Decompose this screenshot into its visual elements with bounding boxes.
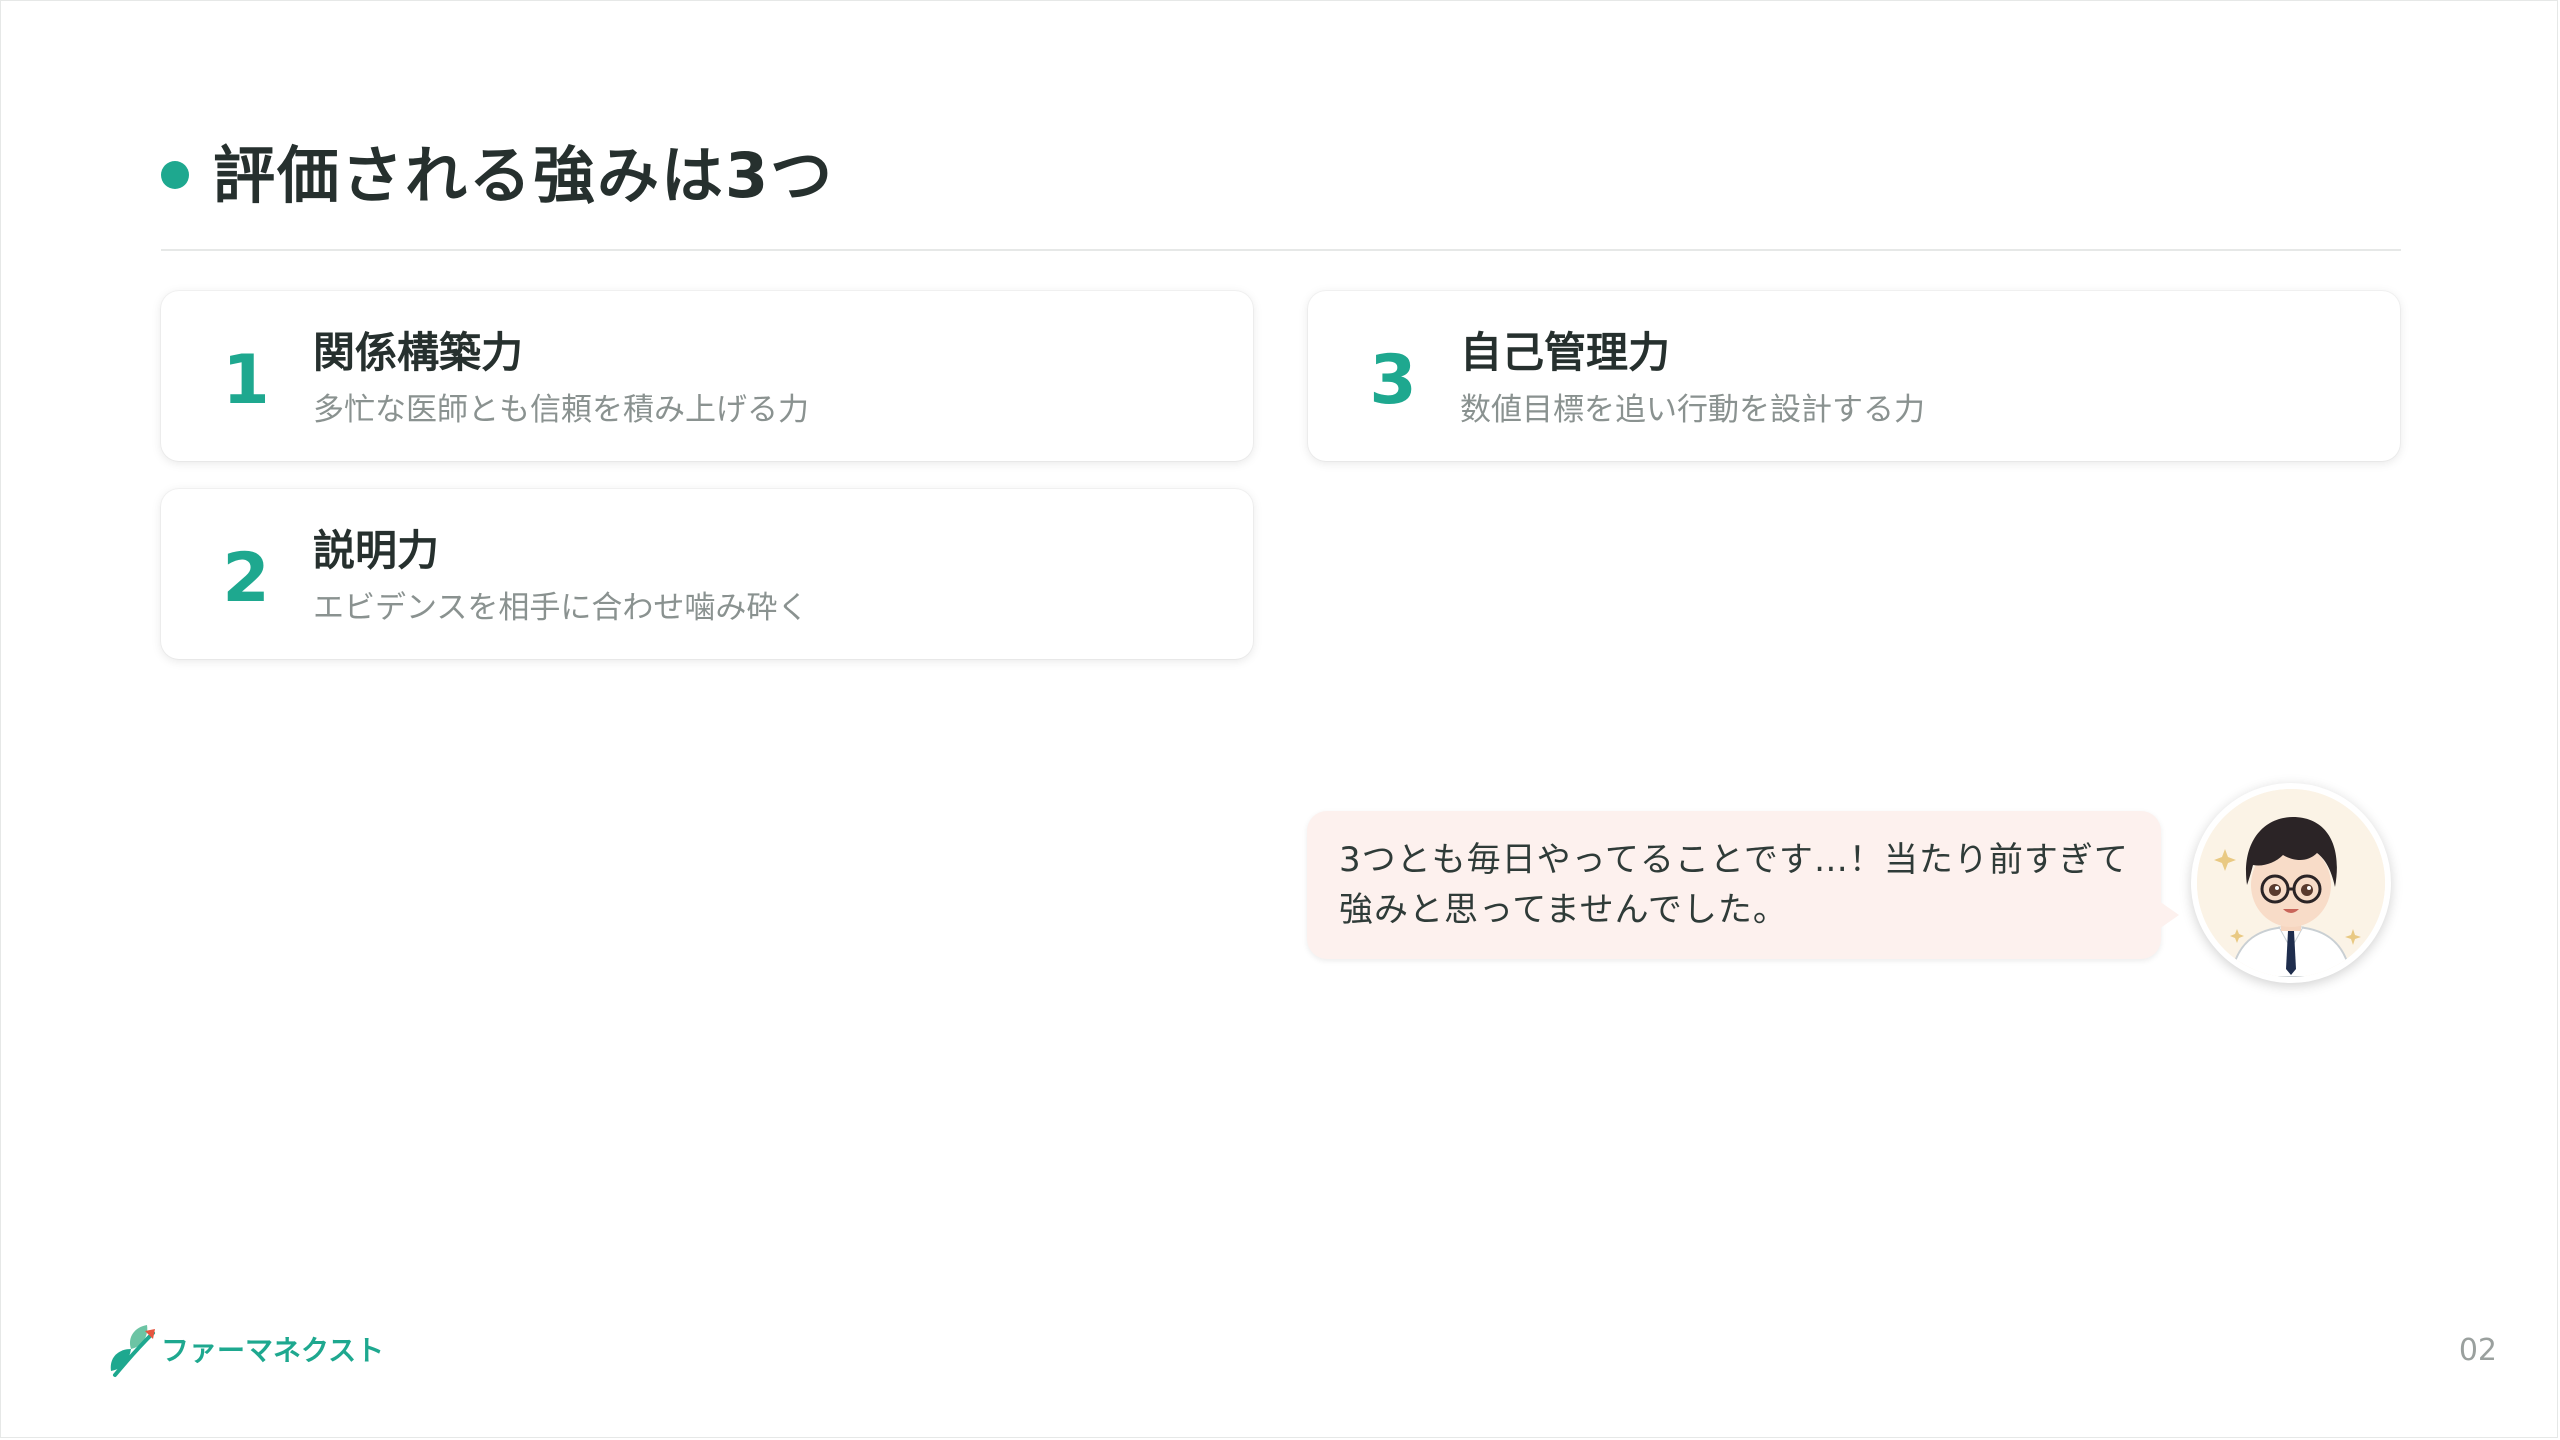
card-number: 1 bbox=[222, 341, 270, 420]
card-number: 2 bbox=[222, 539, 270, 618]
bullet-dot-icon bbox=[161, 161, 189, 189]
card-title: 説明力 bbox=[313, 526, 440, 575]
slide: 評価される強みは3つ 1 関係構築力 多忙な医師とも信頼を積み上げる力 2 説明… bbox=[0, 0, 2558, 1438]
page-number: 02 bbox=[2458, 1333, 2497, 1368]
character-avatar-icon bbox=[2197, 789, 2385, 977]
strength-card-3: 3 自己管理力 数値目標を追い行動を設計する力 bbox=[1308, 291, 2400, 461]
speech-text: 3つとも毎日やってることです…！当たり前すぎて強みと思ってませんでした。 bbox=[1339, 840, 2129, 930]
avatar bbox=[2191, 783, 2391, 983]
card-title: 自己管理力 bbox=[1460, 328, 1671, 377]
title-area: 評価される強みは3つ bbox=[161, 131, 2401, 251]
leaf-arrow-logo-icon bbox=[110, 1325, 155, 1377]
slide-title: 評価される強みは3つ bbox=[213, 139, 835, 212]
card-number: 3 bbox=[1369, 341, 1417, 420]
card-description: 数値目標を追い行動を設計する力 bbox=[1460, 392, 1925, 428]
brand-logo: ファーマネクスト bbox=[105, 1319, 384, 1383]
strength-card-2: 2 説明力 エビデンスを相手に合わせ噛み砕く bbox=[161, 489, 1253, 659]
card-description: エビデンスを相手に合わせ噛み砕く bbox=[313, 590, 809, 626]
card-title: 関係構築力 bbox=[313, 328, 524, 377]
strength-card-1: 1 関係構築力 多忙な医師とも信頼を積み上げる力 bbox=[161, 291, 1253, 461]
card-description: 多忙な医師とも信頼を積み上げる力 bbox=[313, 392, 809, 428]
logo-text: ファーマネクスト bbox=[161, 1334, 385, 1367]
speech-bubble: 3つとも毎日やってることです…！当たり前すぎて強みと思ってませんでした。 bbox=[1307, 811, 2179, 959]
